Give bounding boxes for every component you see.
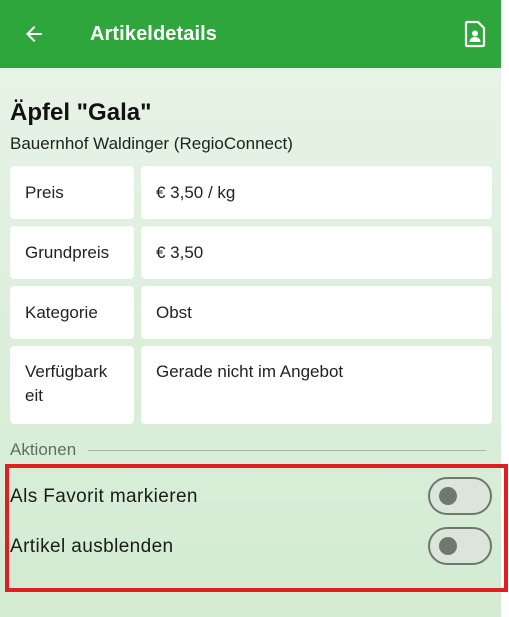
detail-row-base-price: Grundpreis € 3,50 [10, 226, 492, 279]
detail-row-category: Kategorie Obst [10, 286, 492, 339]
product-vendor: Bauernhof Waldinger (RegioConnect) [10, 134, 293, 153]
detail-value: Gerade nicht im Angebot [141, 346, 492, 424]
detail-label: Grundpreis [10, 226, 134, 279]
contact-card-icon [464, 20, 486, 48]
section-divider [88, 449, 486, 451]
detail-row-price: Preis € 3,50 / kg [10, 166, 492, 219]
detail-value: € 3,50 / kg [141, 166, 492, 219]
detail-label: Kategorie [10, 286, 134, 339]
contact-card-button[interactable] [455, 14, 495, 54]
section-label: Aktionen [10, 440, 77, 459]
detail-row-availability: Verfügbark eit Gerade nicht im Angebot [10, 346, 492, 424]
page-title: Artikeldetails [90, 23, 218, 45]
detail-label: Verfügbark eit [10, 346, 134, 424]
detail-value: € 3,50 [141, 226, 492, 279]
highlight-box [5, 464, 508, 592]
product-name: Äpfel "Gala" [10, 99, 152, 126]
app-bar: Artikeldetails [0, 0, 501, 68]
arrow-left-icon [26, 26, 42, 42]
actions-section-header: Aktionen [10, 438, 486, 462]
back-button[interactable] [14, 14, 54, 54]
detail-label: Preis [10, 166, 134, 219]
detail-value: Obst [141, 286, 492, 339]
